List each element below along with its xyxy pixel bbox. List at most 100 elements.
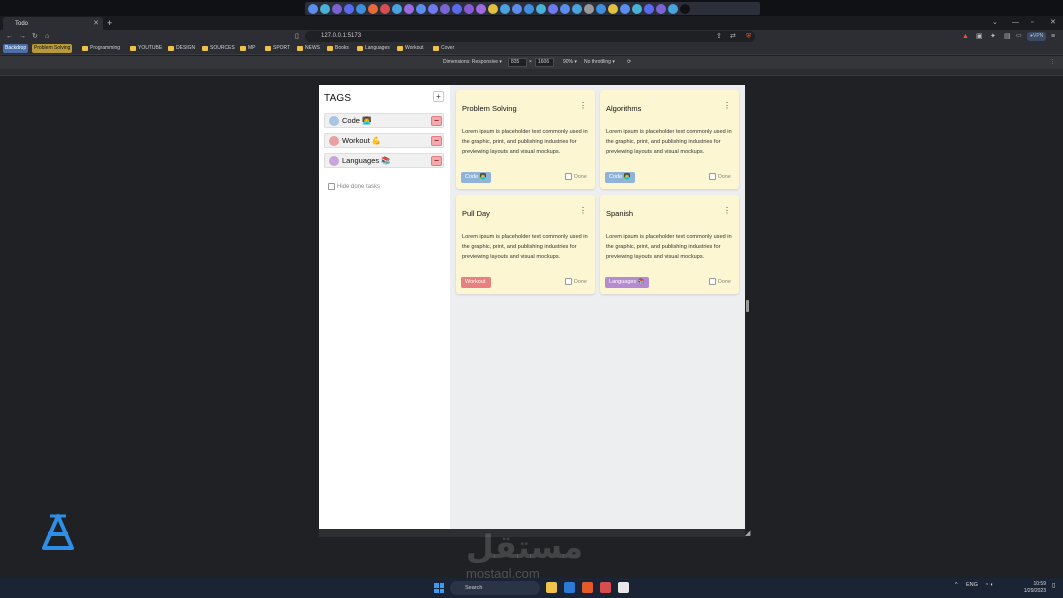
extension-icon[interactable] [416, 3, 426, 14]
close-tab-icon[interactable]: ✕ [93, 19, 99, 27]
extension-icon[interactable] [524, 3, 534, 14]
extension-icon[interactable] [632, 3, 642, 14]
windows-start-icon[interactable] [434, 583, 444, 593]
extension-icon[interactable] [596, 3, 606, 14]
remove-tag-button[interactable]: − [431, 116, 442, 126]
extension-icon[interactable] [404, 3, 414, 14]
done-checkbox[interactable] [564, 173, 572, 180]
hide-done-checkbox[interactable] [328, 183, 335, 190]
done-checkbox[interactable] [564, 278, 572, 285]
extension-icon[interactable] [368, 3, 378, 14]
sidebar-toggle-icon[interactable]: ▤ [1004, 30, 1011, 43]
extension-icon[interactable] [476, 3, 486, 14]
bookmark-folder[interactable]: Programming [82, 45, 120, 52]
tray-language[interactable]: ENG [966, 582, 978, 588]
home-icon[interactable]: ⌂ [45, 30, 49, 43]
throttle-dropdown[interactable]: No throttling ▾ [584, 59, 615, 66]
tag-item-languages[interactable]: Languages 📚 − [324, 153, 444, 168]
card-menu-icon[interactable]: ⋮ [723, 102, 731, 110]
notepad-icon[interactable] [618, 582, 629, 593]
bookmark-folder[interactable]: Cover [433, 45, 454, 52]
extension-icon[interactable] [560, 3, 570, 14]
extension-icon[interactable] [308, 3, 318, 14]
extension-icon[interactable] [344, 3, 354, 14]
extensions-icon[interactable]: ✦ [990, 30, 996, 43]
back-icon[interactable]: ← [6, 30, 13, 43]
extension-icon[interactable] [356, 3, 366, 14]
extension-icon[interactable] [644, 3, 654, 14]
tray-chevron-icon[interactable]: ^ [955, 582, 958, 588]
share-icon[interactable]: ⇪ [716, 30, 722, 43]
close-window-icon[interactable]: ✕ [1050, 16, 1056, 30]
done-toggle[interactable]: Done [564, 278, 587, 285]
zoom-dropdown[interactable]: 90% ▾ [563, 59, 577, 66]
hide-done-toggle[interactable]: Hide done tasks [328, 183, 380, 190]
extension-icon[interactable] [488, 3, 498, 14]
profile-badge[interactable]: ●VPN [1027, 32, 1047, 41]
dimensions-dropdown[interactable]: Dimensions: Responsive ▾ [443, 59, 502, 66]
viewport-resize-handle[interactable] [746, 300, 749, 312]
extension-icon[interactable] [608, 3, 618, 14]
wifi-volume-icons[interactable]: ◔ ◖ [985, 582, 993, 588]
forward-icon[interactable]: → [19, 30, 26, 43]
extension-icon[interactable] [440, 3, 450, 14]
taskbar-search[interactable]: Search [450, 581, 540, 595]
brave-shield-icon[interactable]: ⛨ [746, 30, 751, 43]
bookmark-folder[interactable]: Books [327, 45, 349, 52]
maximize-icon[interactable]: ▫ [1031, 16, 1033, 30]
extension-icon[interactable] [392, 3, 402, 14]
done-toggle[interactable]: Done [708, 173, 731, 180]
extension-icon[interactable] [332, 3, 342, 14]
extension-icon[interactable] [680, 3, 690, 14]
extension-icon[interactable] [320, 3, 330, 14]
bookmark-folder[interactable]: SPORT [265, 45, 290, 52]
card-menu-icon[interactable]: ⋮ [579, 207, 587, 215]
rotate-icon[interactable]: ⟳ [627, 59, 631, 66]
remove-tag-button[interactable]: − [431, 136, 442, 146]
extension-icon[interactable] [548, 3, 558, 14]
add-tag-button[interactable]: + [433, 91, 444, 102]
bookmark-folder[interactable]: MP [240, 45, 256, 52]
bookmark-folder[interactable]: SOURCES [202, 45, 235, 52]
rewards-icon[interactable]: ▲ [962, 30, 969, 43]
extension-icon[interactable] [668, 3, 678, 14]
remove-tag-button[interactable]: − [431, 156, 442, 166]
viewport-width-input[interactable]: 835 [508, 58, 527, 67]
done-toggle[interactable]: Done [708, 278, 731, 285]
extension-icon[interactable] [572, 3, 582, 14]
extension-icon[interactable] [464, 3, 474, 14]
bookmark-folder[interactable]: YOUTUBE [130, 45, 162, 52]
file-explorer-icon[interactable] [546, 582, 557, 593]
extension-icon[interactable] [584, 3, 594, 14]
system-clock[interactable]: 10:59 1/29/2023 [1018, 581, 1046, 595]
bookmark-chip[interactable]: Problem Solving [32, 44, 73, 53]
reload-icon[interactable]: ↻ [32, 30, 38, 43]
card-menu-icon[interactable]: ⋮ [579, 102, 587, 110]
brave-browser-icon[interactable] [582, 582, 593, 593]
vpn-icon[interactable]: ▭ [1016, 30, 1022, 43]
extension-icon[interactable] [380, 3, 390, 14]
done-checkbox[interactable] [708, 173, 716, 180]
brave-browser-alt-icon[interactable] [600, 582, 611, 593]
extension-icon[interactable] [536, 3, 546, 14]
browser-tab[interactable]: Todo ✕ [3, 17, 103, 30]
extension-icon[interactable] [452, 3, 462, 14]
wallet-icon[interactable]: ▣ [976, 30, 983, 43]
bookmark-chip[interactable]: Backdrop [3, 44, 29, 53]
bookmark-folder[interactable]: DESIGN [168, 45, 195, 52]
extension-icon[interactable] [512, 3, 522, 14]
viewport-height-input[interactable]: 1606 [535, 58, 554, 67]
viewport-resize-corner-icon[interactable]: ◢ [745, 529, 750, 537]
extension-icon[interactable] [500, 3, 510, 14]
done-toggle[interactable]: Done [564, 173, 587, 180]
minimize-icon[interactable]: — [1012, 16, 1019, 30]
done-checkbox[interactable] [708, 278, 716, 285]
extensions-bar[interactable] [305, 2, 760, 15]
extension-icon[interactable] [428, 3, 438, 14]
menu-icon[interactable]: ≡ [1051, 30, 1055, 43]
new-tab-icon[interactable]: + [107, 16, 112, 30]
tag-item-workout[interactable]: Workout 💪 − [324, 133, 444, 148]
card-menu-icon[interactable]: ⋮ [723, 207, 731, 215]
more-options-icon[interactable]: ⋮ [1050, 59, 1055, 66]
tab-search-icon[interactable]: ⌄ [992, 16, 998, 30]
